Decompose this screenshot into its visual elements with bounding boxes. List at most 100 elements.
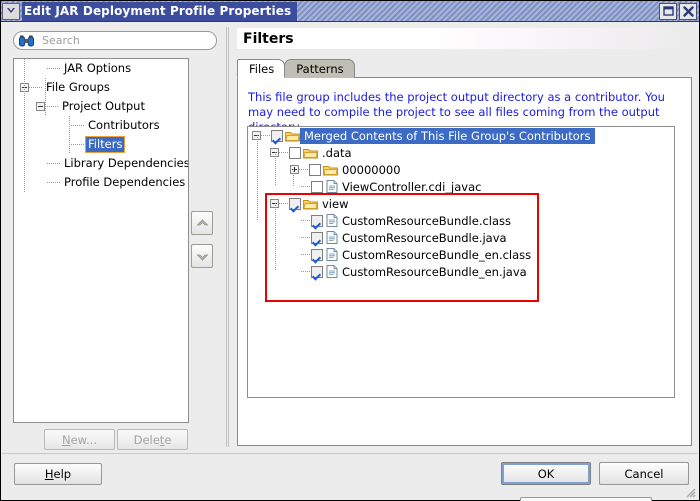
file-tree-row[interactable]: ViewController.cdi_javac bbox=[248, 178, 674, 195]
sidebar-item-label: Profile Dependencies bbox=[64, 175, 186, 189]
folder-icon bbox=[303, 198, 318, 210]
sidebar-item-label: Filters bbox=[85, 136, 126, 153]
tree-connector bbox=[71, 144, 85, 145]
restore-icon[interactable] bbox=[659, 2, 677, 20]
file-tree-label: CustomResourceBundle.java bbox=[342, 230, 507, 245]
tree-connector bbox=[279, 152, 289, 153]
file-tree-row[interactable]: view bbox=[248, 195, 674, 212]
file-checkbox[interactable] bbox=[311, 231, 323, 244]
tree-connector bbox=[301, 254, 311, 255]
resize-grip[interactable] bbox=[684, 486, 696, 498]
folder-icon bbox=[323, 164, 338, 176]
binoculars-icon bbox=[19, 35, 34, 47]
file-checkbox[interactable] bbox=[309, 163, 321, 176]
tab-files[interactable]: Files bbox=[237, 59, 286, 78]
sidebar-item-filters[interactable]: Filters bbox=[14, 135, 188, 154]
move-up-button[interactable] bbox=[191, 211, 213, 235]
sidebar-item-file-groups[interactable]: File Groups bbox=[14, 78, 188, 97]
tab-label: Patterns bbox=[296, 62, 344, 76]
tree-connector bbox=[29, 87, 43, 88]
file-tree-label: .data bbox=[322, 145, 352, 160]
footer-separator bbox=[2, 453, 698, 454]
title-bar-drag-area[interactable] bbox=[297, 1, 659, 21]
file-tree-label: view bbox=[322, 196, 349, 211]
sidebar-item-label: Library Dependencies bbox=[64, 156, 189, 170]
tree-connector bbox=[301, 271, 311, 272]
cancel-button-label: Cancel bbox=[624, 466, 664, 481]
new-button[interactable]: New... bbox=[44, 429, 115, 450]
sidebar-item-label: Contributors bbox=[88, 118, 160, 132]
delete-button[interactable]: Delete bbox=[117, 429, 188, 450]
ok-button[interactable]: OK bbox=[501, 462, 591, 485]
document-icon bbox=[326, 214, 338, 227]
expand-icon[interactable] bbox=[290, 165, 299, 174]
files-tab-panel: This file group includes the project out… bbox=[237, 77, 692, 501]
file-tree-row[interactable]: .data bbox=[248, 144, 674, 161]
file-tree-row[interactable]: 00000000 bbox=[248, 161, 674, 178]
chevron-down-icon bbox=[196, 254, 208, 261]
file-tree-label: 00000000 bbox=[342, 162, 401, 177]
navigation-tree[interactable]: JAR Options File Groups Project Output Cont… bbox=[13, 58, 189, 423]
tab-patterns[interactable]: Patterns bbox=[284, 59, 355, 78]
delete-mnemonic: t bbox=[159, 432, 165, 447]
tree-guide-line bbox=[69, 116, 70, 154]
file-checkbox[interactable] bbox=[311, 265, 323, 278]
title-bar: Edit JAR Deployment Profile Properties bbox=[1, 1, 699, 22]
tree-connector bbox=[279, 203, 289, 204]
file-tree-label: ViewController.cdi_javac bbox=[342, 179, 482, 194]
file-checkbox[interactable] bbox=[289, 146, 301, 159]
file-checkbox[interactable] bbox=[271, 129, 283, 142]
pane-divider[interactable] bbox=[226, 27, 229, 447]
cancel-button[interactable]: Cancel bbox=[599, 462, 689, 485]
sidebar-item-label: Project Output bbox=[62, 99, 145, 113]
folder-icon bbox=[285, 130, 300, 142]
folder-icon bbox=[303, 147, 318, 159]
sidebar-item-contributors[interactable]: Contributors bbox=[14, 116, 188, 135]
sidebar-item-project-output[interactable]: Project Output bbox=[14, 97, 188, 116]
file-tree-label: CustomResourceBundle_en.class bbox=[342, 247, 532, 262]
file-checkbox[interactable] bbox=[311, 214, 323, 227]
file-tree-row[interactable]: Merged Contents of This File Group's Con… bbox=[248, 127, 674, 144]
tree-connector bbox=[301, 220, 311, 221]
help-mnemonic: H bbox=[44, 467, 54, 481]
collapse-icon[interactable] bbox=[36, 102, 45, 111]
search-field[interactable] bbox=[13, 31, 217, 50]
help-button-label: Help bbox=[44, 467, 72, 481]
file-tree-row[interactable]: CustomResourceBundle_en.java bbox=[248, 263, 674, 280]
dialog-window: Edit JAR Deployment Profile Properties S… bbox=[0, 0, 700, 501]
window-title: Edit JAR Deployment Profile Properties bbox=[22, 1, 298, 21]
page-header: Filters bbox=[237, 28, 692, 49]
tab-label: Files bbox=[249, 61, 275, 76]
tab-strip: Files Patterns bbox=[237, 58, 355, 78]
sidebar-item-library-dependencies[interactable]: Library Dependencies bbox=[14, 154, 188, 173]
file-tree-row[interactable]: CustomResourceBundle_en.class bbox=[248, 246, 674, 263]
expand-all-nodes-button[interactable]: Expand All Nodes bbox=[520, 497, 652, 501]
close-icon[interactable] bbox=[679, 2, 697, 20]
file-tree-row[interactable]: CustomResourceBundle.java bbox=[248, 229, 674, 246]
delete-button-label: Delete bbox=[133, 432, 172, 447]
tree-guide-line bbox=[275, 152, 276, 186]
help-button[interactable]: Help bbox=[14, 463, 102, 485]
tree-guide-line bbox=[45, 78, 46, 116]
file-tree-row[interactable]: CustomResourceBundle.class bbox=[248, 212, 674, 229]
file-checkbox[interactable] bbox=[311, 248, 323, 261]
tree-connector bbox=[47, 68, 61, 69]
file-checkbox[interactable] bbox=[311, 180, 323, 193]
sidebar-item-jar-options[interactable]: JAR Options bbox=[14, 59, 188, 78]
tree-connector bbox=[261, 135, 271, 136]
tree-guide-line bbox=[257, 135, 258, 220]
sidebar-item-label: File Groups bbox=[46, 80, 110, 94]
document-icon bbox=[326, 180, 338, 193]
tree-connector bbox=[301, 186, 311, 187]
file-tree-label: CustomResourceBundle.class bbox=[342, 213, 512, 228]
move-down-button[interactable] bbox=[191, 244, 213, 268]
sidebar-item-profile-dependencies[interactable]: Profile Dependencies bbox=[14, 173, 188, 192]
file-checkbox[interactable] bbox=[289, 197, 301, 210]
new-button-label: New... bbox=[61, 432, 97, 447]
tree-connector bbox=[47, 182, 61, 183]
ok-button-label: OK bbox=[537, 466, 555, 481]
chevron-down-icon[interactable] bbox=[2, 2, 20, 20]
file-contents-tree[interactable]: Merged Contents of This File Group's Con… bbox=[247, 126, 675, 398]
search-input[interactable] bbox=[40, 33, 200, 48]
tree-guide-line bbox=[275, 203, 276, 271]
